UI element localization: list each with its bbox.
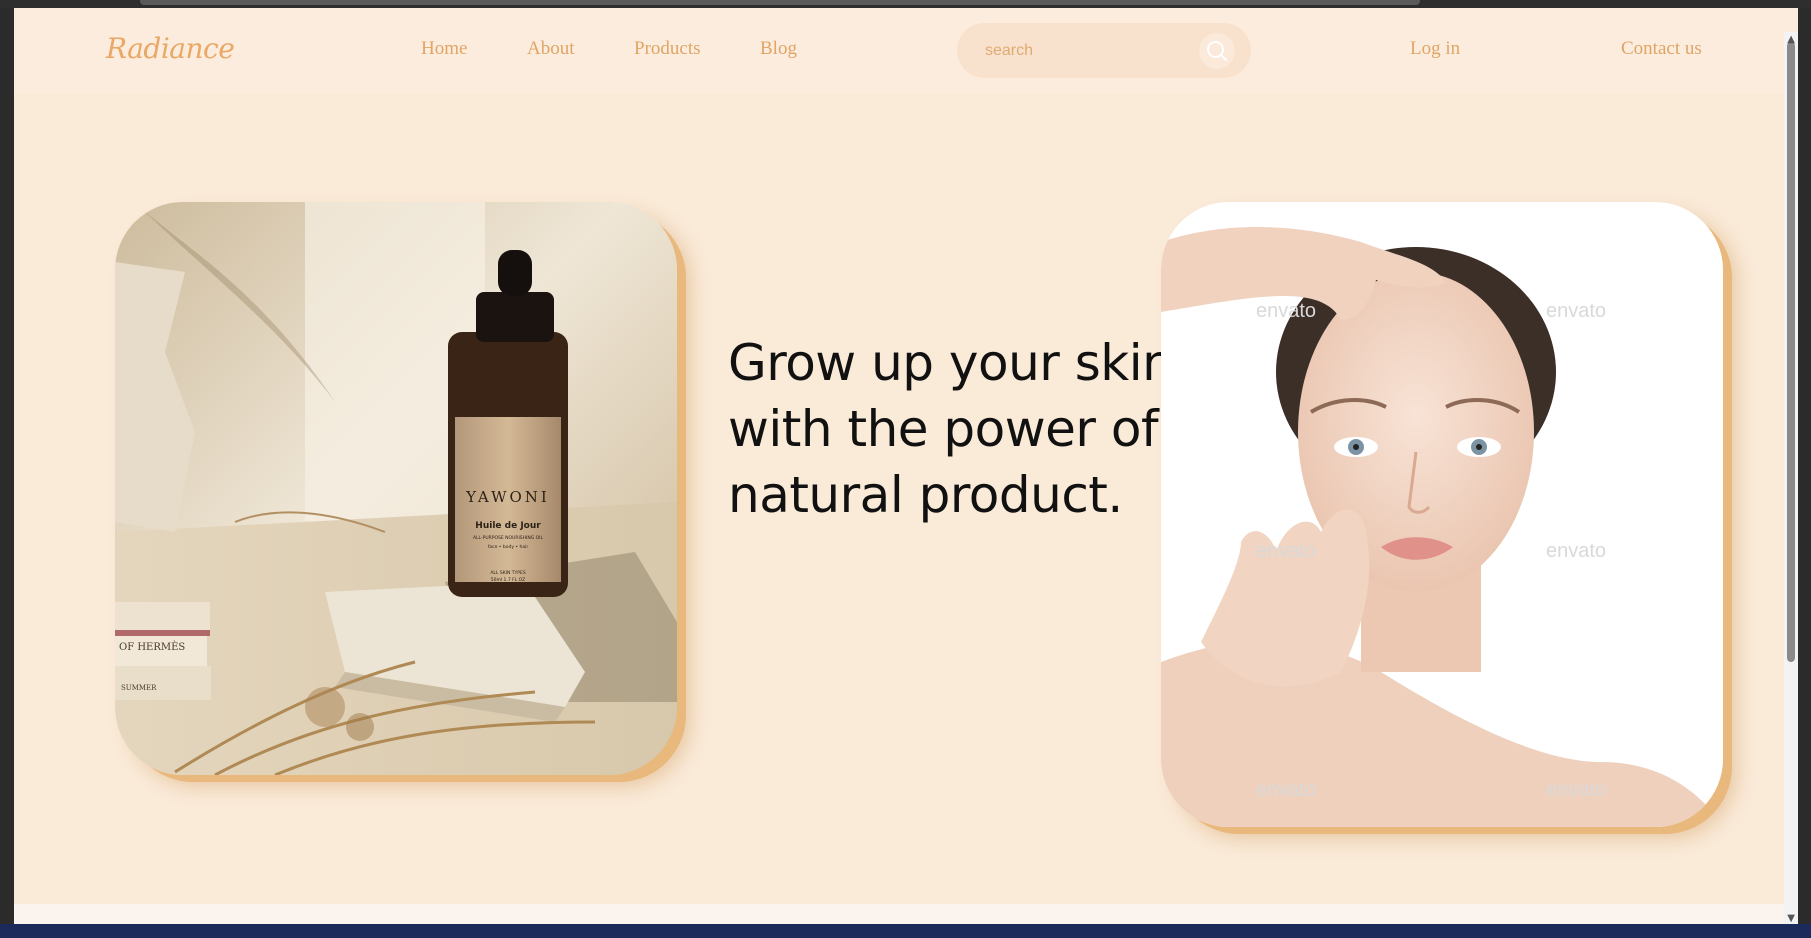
nav-products[interactable]: Products — [634, 38, 701, 60]
serum-bottle-photo: YAWONI Huile de Jour ALL-PURPOSE NOURISH… — [115, 202, 677, 775]
nav-home[interactable]: Home — [421, 38, 467, 60]
bottle-skin-types: ALL SKIN TYPES — [490, 570, 526, 576]
bottle-uses: face • body • hair — [488, 544, 529, 550]
browser-top-strip — [0, 0, 1811, 8]
page-footer-edge — [14, 904, 1798, 926]
book-spine-text-2: SUMMER — [121, 684, 157, 692]
hero-product-image: YAWONI Huile de Jour ALL-PURPOSE NOURISH… — [115, 202, 677, 775]
search-button[interactable] — [1199, 33, 1235, 69]
watermark-text: envato — [1256, 300, 1316, 322]
model-portrait-photo: envato envato envato envato envato envat… — [1161, 202, 1723, 827]
search-icon — [1207, 41, 1227, 61]
bottle-product-name: Huile de Jour — [475, 521, 541, 531]
brand-logo[interactable]: Radiance — [106, 32, 235, 65]
chevron-up-icon[interactable]: ▲ — [1787, 34, 1795, 45]
contact-link[interactable]: Contact us — [1621, 38, 1702, 60]
nav-about[interactable]: About — [527, 38, 575, 60]
login-link[interactable]: Log in — [1410, 38, 1460, 60]
bottle-volume: 50ml 1.7 FL OZ — [491, 577, 526, 583]
watermark-text: envato — [1256, 540, 1316, 562]
tab-strip — [140, 0, 1420, 5]
watermark-text: envato — [1546, 779, 1606, 801]
bottle-subtitle: ALL-PURPOSE NOURISHING OIL — [473, 535, 544, 541]
os-taskbar — [0, 924, 1811, 938]
vertical-scrollbar[interactable] — [1784, 32, 1798, 926]
bottle-brand-text: YAWONI — [465, 488, 550, 506]
hero-headline: Grow up your skin with the power of natu… — [728, 334, 1174, 524]
watermark-text: envato — [1546, 540, 1606, 562]
watermark-text: envato — [1256, 779, 1316, 801]
browser-window: Radiance Home About Products Blog Log in… — [14, 8, 1798, 926]
scrollbar-thumb[interactable] — [1787, 42, 1795, 662]
watermark-text: envato — [1546, 300, 1606, 322]
hero-model-image: envato envato envato envato envato envat… — [1161, 202, 1723, 827]
search-input[interactable] — [983, 39, 1187, 63]
nav-blog[interactable]: Blog — [760, 38, 797, 60]
navbar: Radiance Home About Products Blog Log in… — [14, 8, 1798, 94]
search-bar — [957, 23, 1251, 78]
chevron-down-icon[interactable]: ▼ — [1787, 913, 1795, 924]
book-spine-text: OF HERMÈS — [119, 641, 185, 653]
